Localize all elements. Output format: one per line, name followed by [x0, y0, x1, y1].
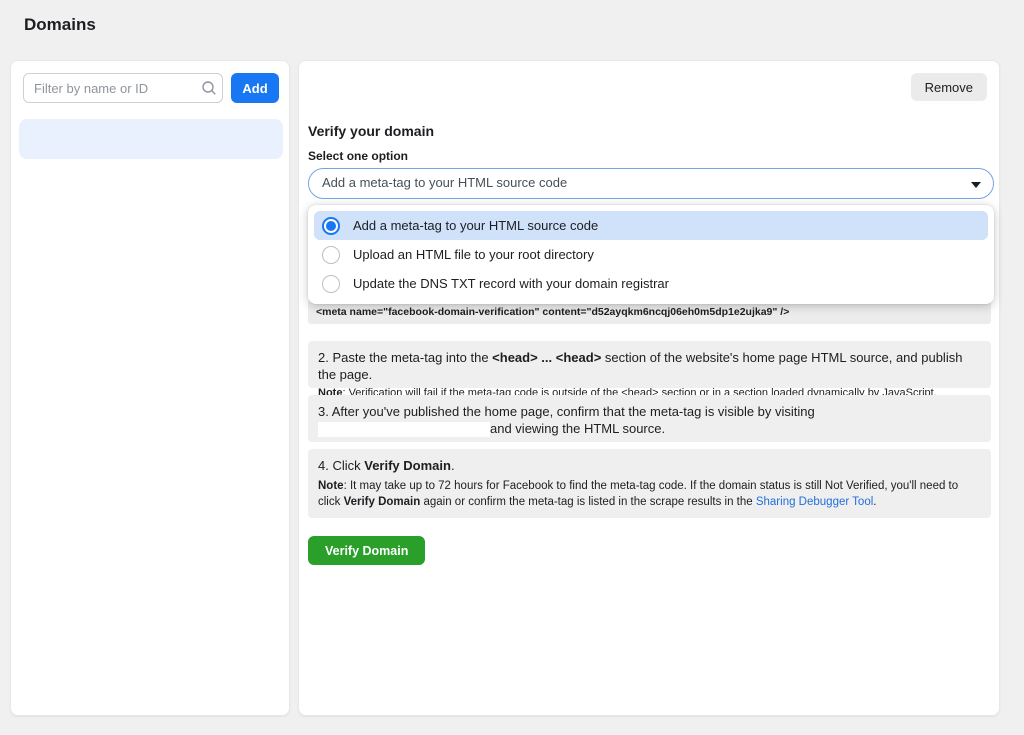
step-3-confirm-meta-tag: 3. After you've published the home page,…	[308, 395, 991, 442]
domains-list-panel: Add	[10, 60, 290, 716]
step-2-paste-meta-tag: 2. Paste the meta-tag into the <head> ..…	[308, 341, 991, 388]
dropdown-option-label: Add a meta-tag to your HTML source code	[353, 218, 598, 233]
step-4-text: 4. Click Verify Domain.	[318, 457, 981, 474]
radio-icon[interactable]	[322, 246, 340, 264]
remove-button[interactable]: Remove	[911, 73, 987, 101]
page-title: Domains	[24, 15, 96, 35]
domain-list-item-selected[interactable]	[19, 119, 283, 159]
add-button[interactable]: Add	[231, 73, 279, 103]
verification-method-select-value: Add a meta-tag to your HTML source code	[322, 175, 567, 190]
verification-method-select[interactable]: Add a meta-tag to your HTML source code	[308, 168, 994, 199]
radio-icon[interactable]	[322, 217, 340, 235]
verification-method-dropdown: Add a meta-tag to your HTML source code …	[308, 205, 994, 304]
search-icon	[201, 80, 217, 96]
step-4-click-verify: 4. Click Verify Domain. Note: It may tak…	[308, 449, 991, 518]
step-3-text: 3. After you've published the home page,…	[318, 403, 981, 437]
sharing-debugger-tool-link[interactable]: Sharing Debugger Tool	[756, 496, 873, 508]
dropdown-option-dns-txt[interactable]: Update the DNS TXT record with your doma…	[314, 269, 988, 298]
dropdown-option-meta-tag[interactable]: Add a meta-tag to your HTML source code	[314, 211, 988, 240]
redacted-url	[318, 422, 490, 437]
select-one-option-label: Select one option	[308, 149, 408, 163]
verify-domain-heading: Verify your domain	[308, 123, 434, 139]
domain-detail-panel: Remove Verify your domain Select one opt…	[298, 60, 1000, 716]
step-4-note: Note: It may take up to 72 hours for Fac…	[318, 478, 981, 510]
chevron-down-icon	[971, 182, 981, 188]
filter-input[interactable]	[23, 73, 223, 103]
step-2-text: 2. Paste the meta-tag into the <head> ..…	[318, 349, 981, 383]
dropdown-option-label: Upload an HTML file to your root directo…	[353, 247, 594, 262]
dropdown-option-label: Update the DNS TXT record with your doma…	[353, 276, 669, 291]
filter-row: Add	[23, 73, 279, 103]
radio-icon[interactable]	[322, 275, 340, 293]
verify-domain-button[interactable]: Verify Domain	[308, 536, 425, 565]
dropdown-option-html-file[interactable]: Upload an HTML file to your root directo…	[314, 240, 988, 269]
